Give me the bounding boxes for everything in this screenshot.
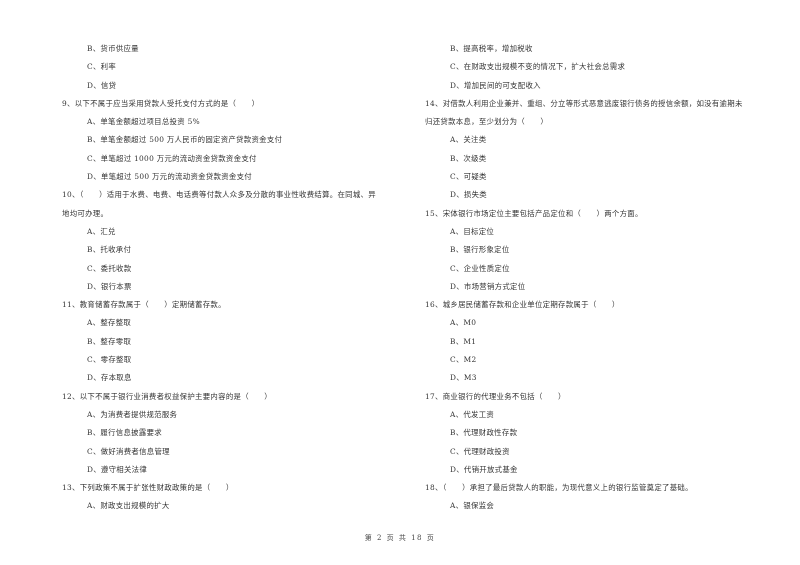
answer-option: A、M0: [450, 318, 477, 328]
answer-option: B、次级类: [450, 153, 487, 163]
page-footer: 第 2 页 共 18 页: [364, 534, 436, 542]
answer-option: D、M3: [450, 373, 477, 383]
answer-option: D、损失类: [450, 190, 487, 200]
question-text: 12、以下不属于银行业消费者权益保护主要内容的是（ ）: [62, 391, 272, 401]
answer-option: D、单笔超过 500 万元的流动资金贷款资金支付: [87, 172, 252, 182]
answer-option: D、遵守相关法律: [87, 464, 148, 474]
question-text: 13、下列政策不属于扩张性财政政策的是（ ）: [62, 483, 234, 493]
answer-option: A、关注类: [450, 135, 487, 145]
answer-option: C、单笔超过 1000 万元的流动资金贷款资金支付: [87, 153, 257, 163]
answer-option: A、银保监会: [450, 501, 495, 511]
answer-option: A、汇兑: [87, 226, 116, 236]
answer-option: D、银行本票: [87, 281, 132, 291]
question-text: 17、商业银行的代理业务不包括（ ）: [425, 391, 566, 401]
answer-option: A、单笔金额超过项目总投资 5%: [87, 117, 200, 127]
answer-option: C、做好消费者信息管理: [87, 446, 170, 456]
answer-option: B、单笔金额超过 500 万人民币的固定资产贷款资金支付: [87, 135, 283, 145]
answer-option: C、零存整取: [87, 355, 132, 365]
answer-option: C、委托收款: [87, 263, 132, 273]
question-text: 15、宋体银行市场定位主要包括产品定位和（ ）两个方面。: [425, 208, 643, 218]
answer-option: B、代理财政性存款: [450, 428, 518, 438]
answer-option: A、为消费者提供规范服务: [87, 409, 178, 419]
answer-option: C、代理财政投资: [450, 446, 510, 456]
right-column: B、提高税率，增加税收 C、在财政支出规模不变的情况下，扩大社会总需求 D、增加民间…: [425, 40, 775, 516]
answer-option: C、可疑类: [450, 172, 487, 182]
question-text: 9、以下不属于应当采用贷款人受托支付方式的是（ ）: [62, 98, 260, 108]
question-text: 11、教育储蓄存款属于（ ）定期储蓄存款。: [62, 300, 226, 310]
question-text-continuation: 归还贷款本息，至少划分为（ ）: [425, 117, 549, 127]
answer-option: B、货币供应量: [87, 44, 139, 53]
answer-option: A、目标定位: [450, 226, 495, 236]
answer-option: C、企业性质定位: [450, 263, 510, 273]
answer-option: D、市场营销方式定位: [450, 281, 526, 291]
answer-option: D、代销开放式基金: [450, 464, 518, 474]
answer-option: B、整存零取: [87, 336, 132, 346]
question-text: 10、（ ）适用于水费、电费、电话费等付款人众多及分散的事业性收费结算。在同城、…: [62, 190, 376, 200]
answer-option: B、M1: [450, 336, 477, 346]
answer-option: D、增加民间的可支配收入: [450, 80, 541, 90]
question-text: 14、对借款人利用企业兼并、重组、分立等形式恶意逃废银行债务的授信余额，如没有逾…: [425, 98, 743, 108]
answer-option: C、M2: [450, 355, 477, 365]
answer-option: C、在财政支出规模不变的情况下，扩大社会总需求: [450, 62, 626, 72]
question-text-continuation: 地均可办理。: [62, 208, 109, 218]
answer-option: B、银行形象定位: [450, 245, 510, 255]
question-text: 16、城乡居民储蓄存款和企业单位定期存款属于（ ）: [425, 300, 620, 310]
answer-option: B、提高税率，增加税收: [450, 44, 533, 53]
answer-option: D、信贷: [87, 80, 117, 90]
answer-option: B、托收承付: [87, 245, 132, 255]
answer-option: A、财政支出规模的扩大: [87, 501, 170, 511]
answer-option: C、利率: [87, 62, 117, 72]
answer-option: A、整存整取: [87, 318, 132, 328]
answer-option: B、履行信息披露要求: [87, 428, 162, 438]
question-text: 18、（ ）承担了最后贷款人的职能，为现代意义上的银行监管奠定了基础。: [425, 483, 693, 493]
answer-option: A、代发工资: [450, 409, 495, 419]
answer-option: D、存本取息: [87, 373, 132, 383]
left-column: B、货币供应量 C、利率 D、信贷 9、以下不属于应当采用贷款人受托支付方式的是（ ）…: [62, 40, 407, 516]
